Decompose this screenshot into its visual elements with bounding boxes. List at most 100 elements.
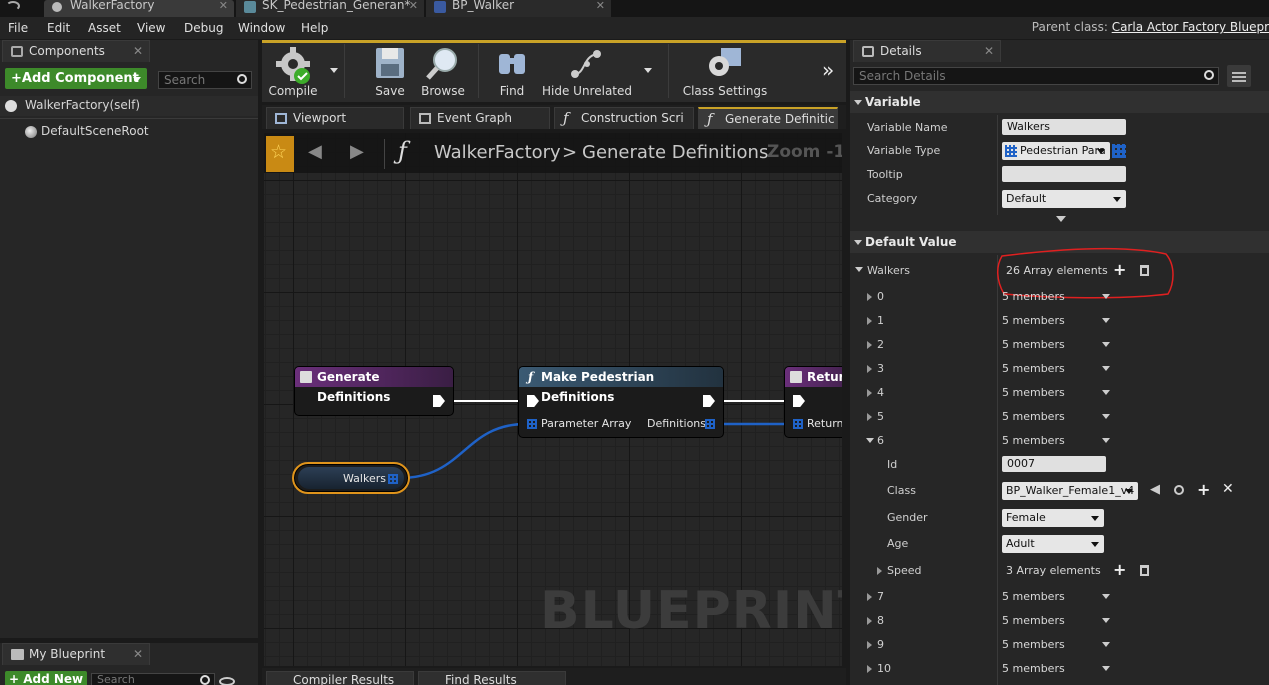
member-id-field[interactable]: 0007	[1002, 456, 1106, 472]
close-icon[interactable]: ✕	[133, 41, 143, 61]
element-options-chevron-icon[interactable]	[1102, 594, 1110, 599]
clear-class-icon[interactable]: ✕	[1222, 481, 1234, 497]
tab-construction-script[interactable]: ƒ Construction Scri	[554, 107, 694, 129]
compile-button[interactable]: Compile	[264, 40, 322, 102]
blueprint-graph[interactable]: ☆ ◀ ▶ ƒ WalkerFactory > Generate Definit…	[264, 133, 842, 666]
toolbar-overflow-icon[interactable]: »	[822, 58, 834, 82]
node-return[interactable]: Return Return	[784, 366, 842, 438]
tab-event-graph[interactable]: Event Graph	[410, 107, 550, 129]
array-element-row[interactable]: 8 5 members	[850, 610, 1269, 634]
components-search-input[interactable]: Search	[158, 71, 252, 89]
close-icon[interactable]: ✕	[133, 644, 143, 664]
trash-icon[interactable]	[1140, 565, 1149, 576]
category-dropdown[interactable]: Default	[1002, 190, 1126, 208]
element-options-chevron-icon[interactable]	[1102, 294, 1110, 299]
compile-options-chevron-icon[interactable]	[330, 68, 338, 73]
details-tab[interactable]: Details ✕	[853, 40, 1001, 62]
window-tab-bp-walker[interactable]: BP_Walker ✕	[426, 0, 611, 17]
array-element-row[interactable]: 3 5 members	[850, 358, 1269, 382]
array-pin-icon[interactable]	[388, 474, 398, 484]
menu-edit[interactable]: Edit	[47, 21, 70, 35]
node-make-pedestrian-definitions[interactable]: ƒ Make Pedestrian Definitions Parameter …	[518, 366, 724, 438]
close-icon[interactable]: ✕	[984, 41, 994, 61]
array-pin-icon[interactable]	[793, 419, 803, 429]
element-options-chevron-icon[interactable]	[1102, 666, 1110, 671]
tab-generate-definitions[interactable]: ƒ Generate Definitic	[698, 107, 838, 129]
menu-help[interactable]: Help	[301, 21, 328, 35]
array-pin-icon[interactable]	[705, 419, 715, 429]
member-class-dropdown[interactable]: BP_Walker_Female1_v4	[1002, 482, 1138, 500]
hide-unrelated-chevron-icon[interactable]	[644, 68, 652, 73]
node-generate-definitions-entry[interactable]: Generate Definitions	[294, 366, 454, 416]
element-options-chevron-icon[interactable]	[1102, 438, 1110, 443]
close-icon[interactable]: ✕	[409, 0, 418, 11]
component-row-self[interactable]: WalkerFactory(self)	[0, 96, 258, 116]
array-element-row[interactable]: 7 5 members	[850, 586, 1269, 610]
menu-debug[interactable]: Debug	[184, 21, 223, 35]
element-options-chevron-icon[interactable]	[1102, 642, 1110, 647]
details-search-input[interactable]: Search Details	[853, 67, 1219, 85]
member-age-dropdown[interactable]: Adult	[1002, 535, 1104, 553]
class-settings-button[interactable]: Class Settings	[682, 40, 768, 102]
element-options-chevron-icon[interactable]	[1102, 618, 1110, 623]
array-element-row[interactable]: 9 5 members	[850, 634, 1269, 658]
array-element-row[interactable]: 1 5 members	[850, 310, 1269, 334]
browse-magnifier-icon[interactable]	[1174, 485, 1184, 495]
my-blueprint-tab[interactable]: My Blueprint ✕	[2, 643, 150, 665]
element-options-chevron-icon[interactable]	[1102, 390, 1110, 395]
array-element-row[interactable]: 5 5 members	[850, 406, 1269, 430]
pin-label-parameter-array: Parameter Array	[541, 417, 632, 430]
eye-icon[interactable]	[219, 677, 235, 685]
save-button[interactable]: Save	[368, 40, 412, 102]
element-options-chevron-icon[interactable]	[1102, 318, 1110, 323]
variable-name-field[interactable]: Walkers	[1002, 119, 1126, 135]
components-tab[interactable]: Components ✕	[2, 40, 150, 62]
component-row-default-scene-root[interactable]: DefaultSceneRoot	[0, 122, 258, 142]
element-options-chevron-icon[interactable]	[1102, 366, 1110, 371]
exec-out-pin-icon[interactable]	[703, 395, 715, 407]
tab-compiler-results[interactable]: Compiler Results	[266, 671, 414, 685]
array-container-icon[interactable]	[1112, 144, 1126, 158]
close-icon[interactable]: ✕	[219, 0, 228, 11]
array-element-row-expanded[interactable]: 6 5 members	[850, 430, 1269, 454]
exec-out-pin-icon[interactable]	[433, 395, 445, 407]
menu-asset[interactable]: Asset	[88, 21, 121, 35]
member-speed-row[interactable]: Speed 3 Array elements +	[850, 560, 1269, 584]
variable-type-dropdown[interactable]: Pedestrian Para	[1002, 142, 1110, 160]
menu-view[interactable]: View	[137, 21, 165, 35]
add-component-button[interactable]: +Add Component	[5, 68, 147, 89]
tab-viewport[interactable]: Viewport	[266, 107, 404, 129]
use-selected-arrow-icon[interactable]: ◀	[1150, 482, 1160, 497]
tab-find-results[interactable]: Find Results	[418, 671, 566, 685]
member-gender-dropdown[interactable]: Female	[1002, 509, 1104, 527]
exec-in-pin-icon[interactable]	[793, 395, 805, 407]
add-element-icon[interactable]: +	[1113, 560, 1126, 579]
parent-class-link[interactable]: Carla Actor Factory Bluepr	[1112, 20, 1269, 34]
section-variable[interactable]: Variable	[850, 91, 1269, 113]
view-options-button[interactable]	[1227, 65, 1251, 87]
advanced-expand-icon[interactable]	[1056, 216, 1066, 222]
array-element-row[interactable]: 4 5 members	[850, 382, 1269, 406]
array-element-row[interactable]: 0 5 members	[850, 286, 1269, 310]
window-tab-sk-pedestrian[interactable]: SK_Pedestrian_Generan* ✕	[236, 0, 424, 17]
close-icon[interactable]: ✕	[596, 0, 605, 11]
book-icon	[11, 649, 24, 660]
array-element-row[interactable]: 10 5 members	[850, 658, 1269, 682]
array-pin-icon[interactable]	[527, 419, 537, 429]
element-options-chevron-icon[interactable]	[1102, 342, 1110, 347]
window-tab-walkerfactory[interactable]: WalkerFactory ✕	[44, 0, 234, 17]
add-new-button[interactable]: + Add New	[5, 671, 87, 685]
my-blueprint-search-input[interactable]: Search	[91, 673, 215, 685]
browse-button[interactable]: Browse	[418, 40, 468, 102]
add-class-icon[interactable]: +	[1197, 480, 1210, 499]
node-variable-walkers[interactable]: Walkers	[292, 462, 410, 494]
exec-in-pin-icon[interactable]	[527, 395, 539, 407]
hide-unrelated-button[interactable]: Hide Unrelated	[542, 40, 632, 102]
menu-window[interactable]: Window	[238, 21, 285, 35]
array-element-row[interactable]: 2 5 members	[850, 334, 1269, 358]
element-index: 9	[877, 638, 884, 651]
tooltip-field[interactable]	[1002, 166, 1126, 182]
menu-file[interactable]: File	[8, 21, 28, 35]
element-options-chevron-icon[interactable]	[1102, 414, 1110, 419]
find-button[interactable]: Find	[490, 40, 534, 102]
